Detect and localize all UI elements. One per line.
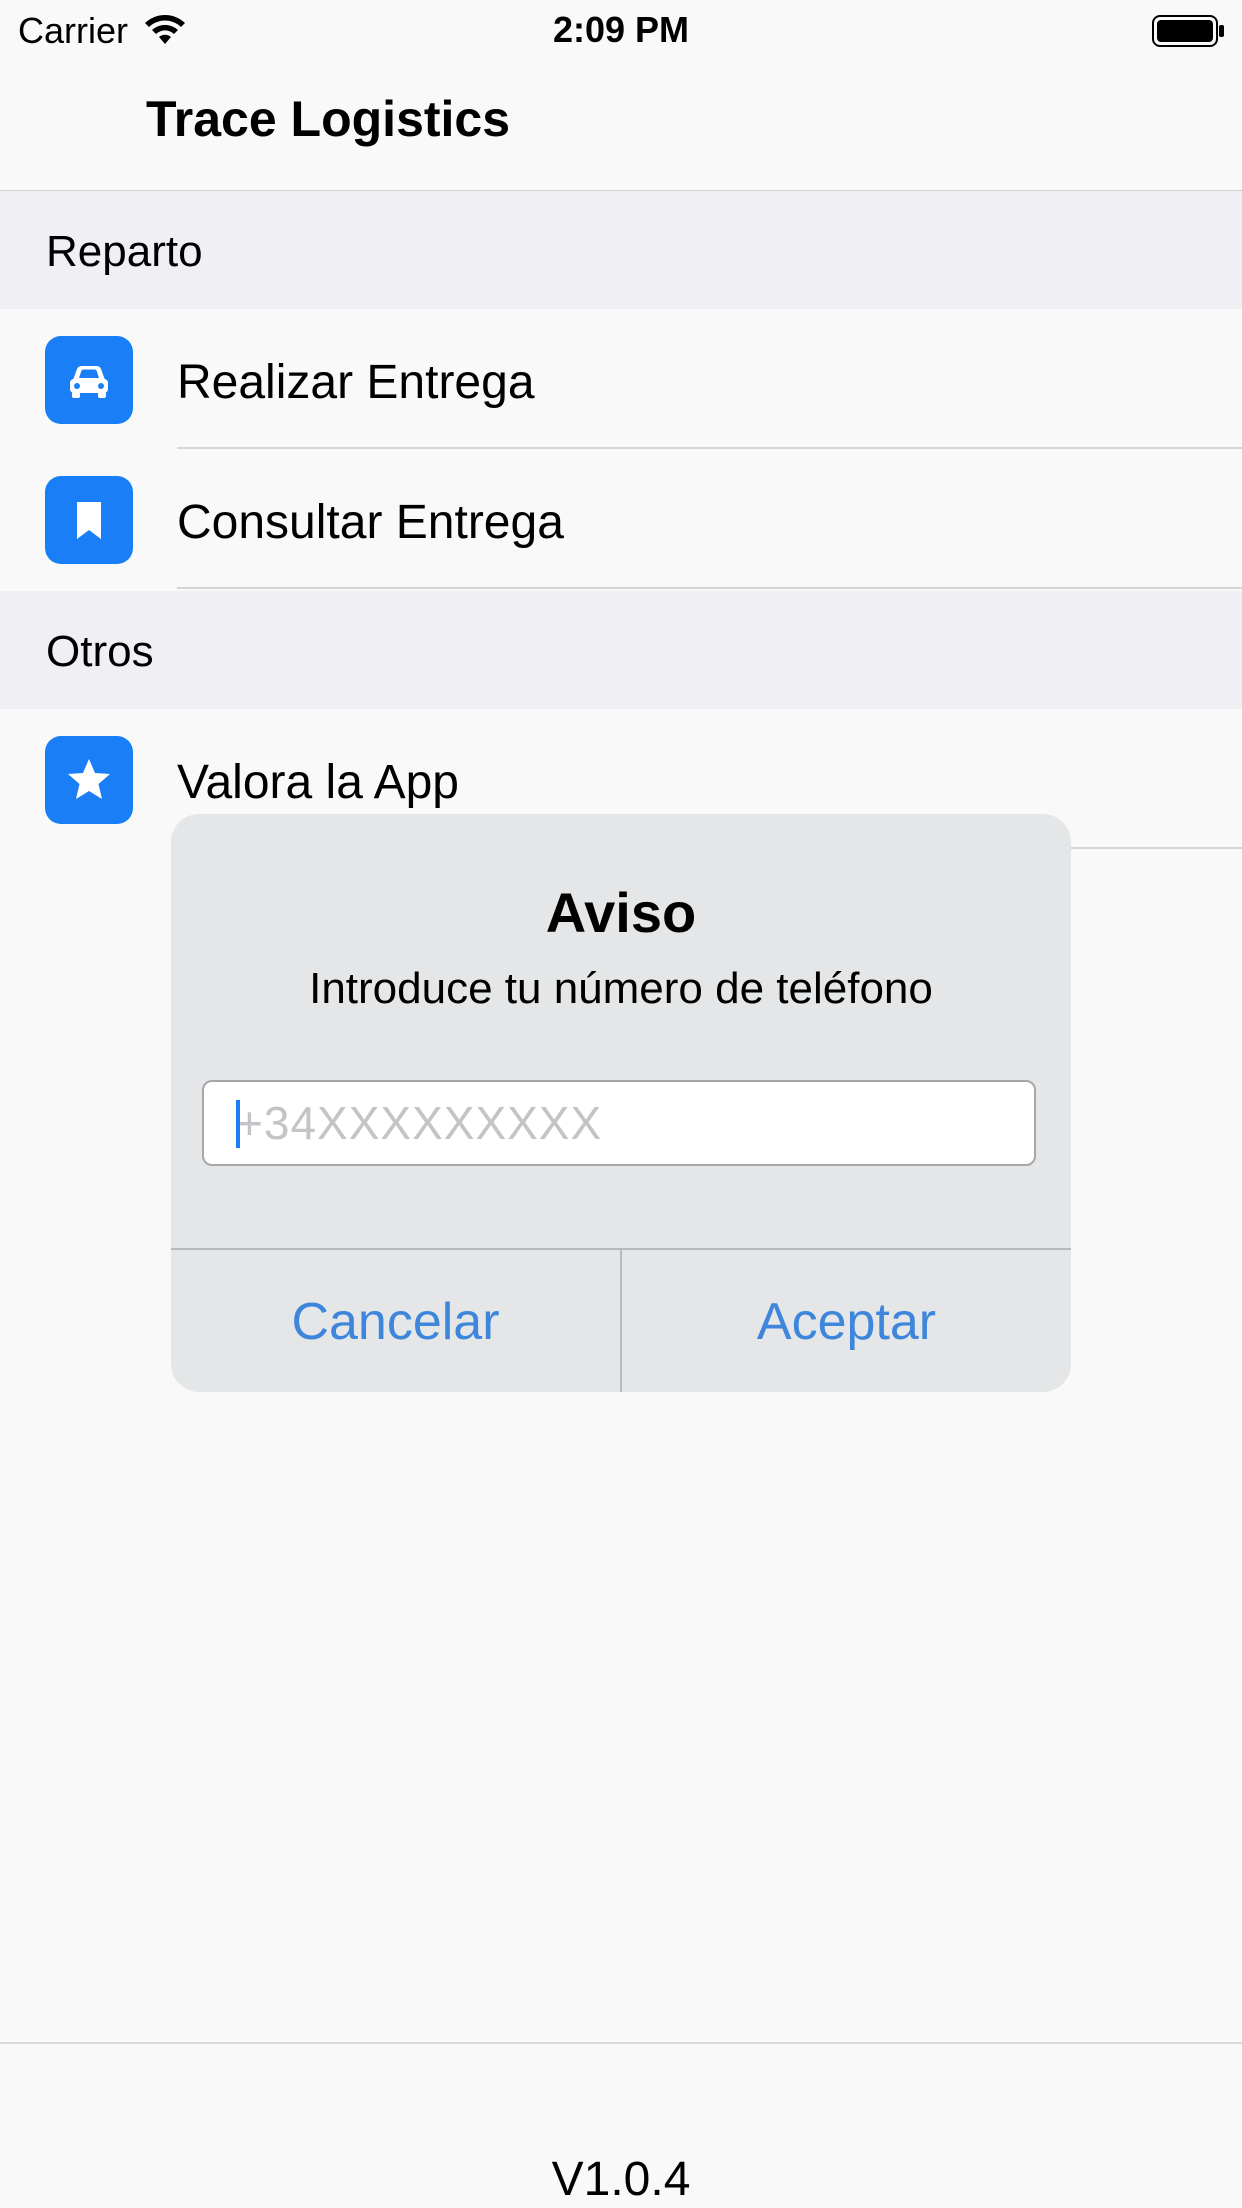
- version-label: V1.0.4: [551, 2153, 691, 2206]
- footer-divider: [0, 2042, 1242, 2044]
- section-header-label: Reparto: [46, 227, 203, 276]
- page-title: Trace Logistics: [146, 91, 511, 147]
- dialog-message: Introduce tu número de teléfono: [309, 964, 933, 1013]
- status-time: 2:09 PM: [552, 9, 690, 50]
- menu-item-label: Realizar Entrega: [177, 356, 535, 409]
- section-header-otros: Otros: [0, 591, 1242, 709]
- phone-input-placeholder: +34XXXXXXXXX: [236, 1097, 603, 1149]
- section-header-reparto: Reparto: [0, 191, 1242, 309]
- dialog-title: Aviso: [545, 881, 697, 944]
- text-caret: [236, 1100, 240, 1148]
- battery-icon: [1152, 15, 1224, 47]
- menu-item-label: Consultar Entrega: [177, 496, 564, 549]
- status-bar: Carrier 2:09 PM: [0, 0, 1242, 60]
- cancel-button[interactable]: Cancelar: [171, 1250, 622, 1392]
- phone-alert-dialog: Aviso Introduce tu número de teléfono +3…: [171, 814, 1071, 1392]
- bookmark-icon: [45, 476, 133, 564]
- accept-button[interactable]: Aceptar: [622, 1250, 1071, 1392]
- menu-item-label: Valora la App: [177, 756, 459, 809]
- section-header-label: Otros: [46, 627, 154, 676]
- star-icon: [45, 736, 133, 824]
- row-separator: [177, 587, 1242, 589]
- phone-number-input[interactable]: +34XXXXXXXXX: [202, 1080, 1036, 1166]
- car-icon: [45, 336, 133, 424]
- menu-item-consultar-entrega[interactable]: Consultar Entrega: [0, 449, 1242, 589]
- dialog-button-row: Cancelar Aceptar: [171, 1248, 1071, 1392]
- navigation-bar: Trace Logistics: [0, 60, 1242, 192]
- menu-item-realizar-entrega[interactable]: Realizar Entrega: [0, 309, 1242, 449]
